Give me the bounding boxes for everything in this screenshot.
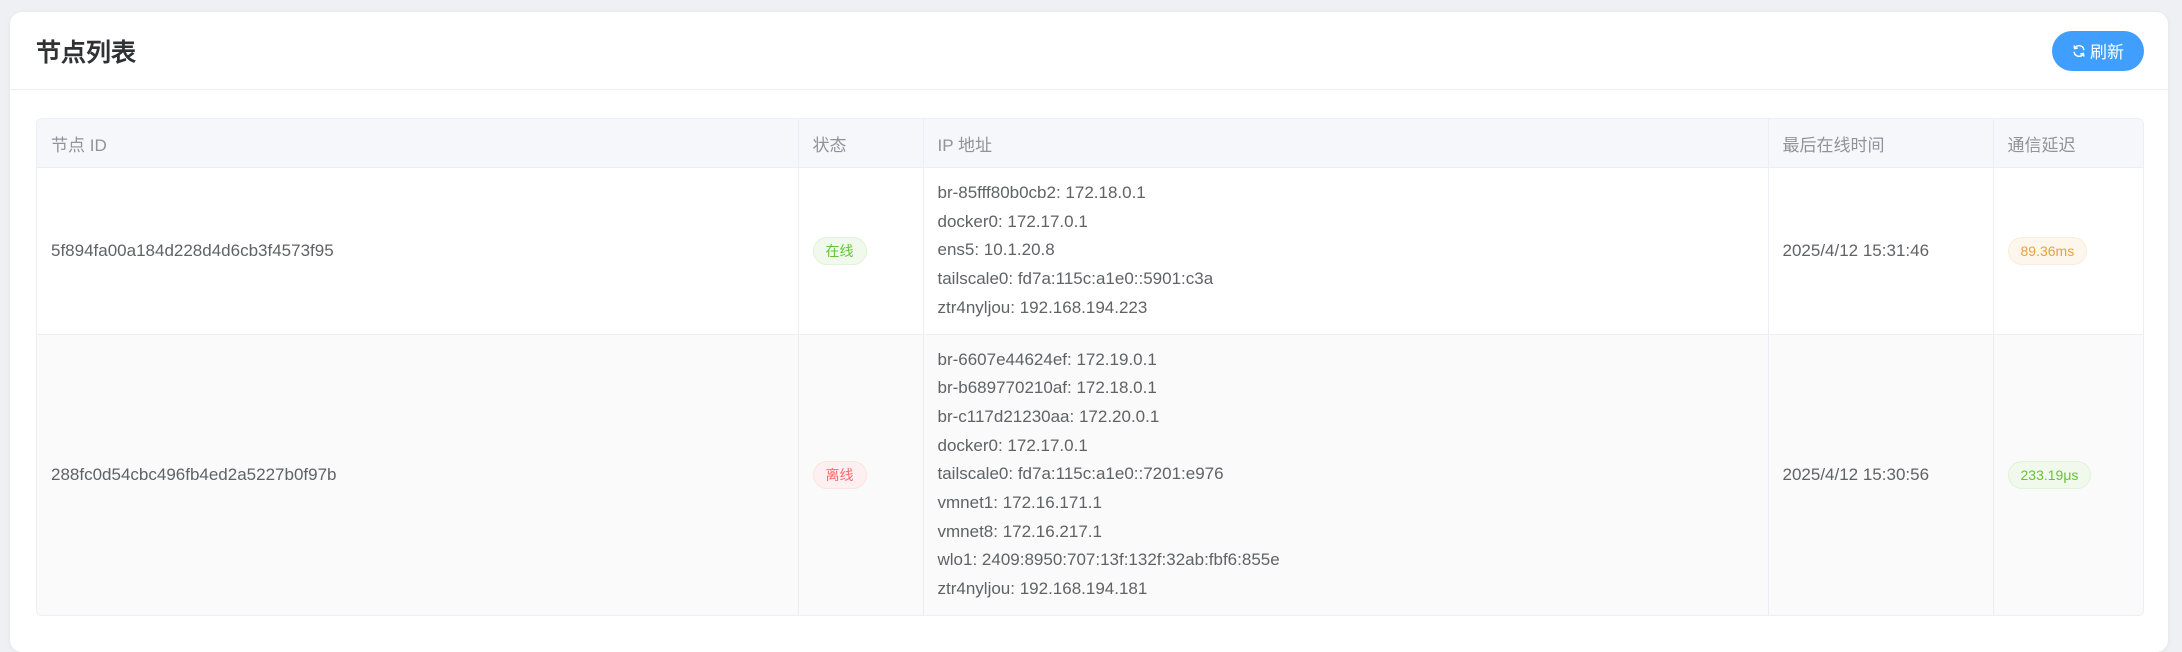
ip-entry: docker0: 172.17.0.1 — [937, 211, 1088, 231]
node-list-card: 节点列表 刷新 节点 ID 状态 IP 地址 最后在线时间 通信延迟 5f894… — [10, 12, 2168, 652]
column-header-node-id[interactable]: 节点 ID — [37, 119, 799, 168]
table-row[interactable]: 5f894fa00a184d228d4d6cb3f4573f95 在线 br-8… — [37, 167, 2143, 335]
ip-entry: br-85fff80b0cb2: 172.18.0.1 — [937, 183, 1146, 202]
ip-entry: vmnet1: 172.16.171.1 — [937, 493, 1102, 513]
refresh-label: 刷新 — [2090, 43, 2124, 62]
node-id-cell: 5f894fa00a184d228d4d6cb3f4573f95 — [37, 167, 799, 335]
ip-entry: br-c117d21230aa: 172.20.0.1 — [937, 406, 1160, 426]
ip-entry: br-6607e44624ef: 172.19.0.1 — [937, 349, 1157, 369]
ip-entry: ens5: 10.1.20.8 — [937, 240, 1055, 260]
ip-entry: tailscale0: fd7a:115c:a1e0::5901:c3a — [937, 269, 1214, 289]
refresh-icon — [2072, 44, 2086, 58]
ip-entry: docker0: 172.17.0.1 — [937, 435, 1088, 455]
node-table: 节点 ID 状态 IP 地址 最后在线时间 通信延迟 5f894fa00a184… — [36, 118, 2144, 616]
node-id-cell: 288fc0d54cbc496fb4ed2a5227b0f97b — [37, 334, 799, 615]
refresh-button[interactable]: 刷新 — [2052, 30, 2144, 71]
status-badge: 离线 — [812, 460, 867, 489]
table-header-row: 节点 ID 状态 IP 地址 最后在线时间 通信延迟 — [37, 119, 2143, 168]
column-header-ip[interactable]: IP 地址 — [923, 119, 1769, 168]
ip-entry: br-b689770210af: 172.18.0.1 — [937, 378, 1157, 398]
latency-badge: 89.36ms — [2007, 236, 2088, 265]
card-header: 节点列表 刷新 — [10, 12, 2168, 90]
column-header-latency[interactable]: 通信延迟 — [1993, 119, 2143, 168]
status-badge: 在线 — [812, 236, 867, 265]
column-header-last-online[interactable]: 最后在线时间 — [1768, 119, 1994, 168]
last-online-cell: 2025/4/12 15:30:56 — [1768, 334, 1994, 615]
ip-entry: vmnet8: 172.16.217.1 — [937, 521, 1102, 541]
ip-entry: tailscale0: fd7a:115c:a1e0::7201:e976 — [937, 464, 1224, 484]
ip-list-cell: br-85fff80b0cb2: 172.18.0.1 docker0: 172… — [923, 167, 1769, 335]
ip-entry: wlo1: 2409:8950:707:13f:132f:32ab:fbf6:8… — [937, 550, 1280, 570]
status-cell: 离线 — [798, 334, 924, 615]
ip-entry: ztr4nyljou: 192.168.194.181 — [937, 579, 1148, 599]
latency-cell: 89.36ms — [1993, 167, 2143, 335]
status-cell: 在线 — [798, 167, 924, 335]
column-header-status[interactable]: 状态 — [798, 119, 924, 168]
table-row[interactable]: 288fc0d54cbc496fb4ed2a5227b0f97b 离线 br-6… — [37, 334, 2143, 615]
latency-badge: 233.19μs — [2007, 460, 2092, 489]
page-title: 节点列表 — [36, 38, 137, 67]
ip-list-cell: br-6607e44624ef: 172.19.0.1 br-b68977021… — [923, 334, 1769, 615]
ip-entry: ztr4nyljou: 192.168.194.223 — [937, 297, 1148, 317]
last-online-cell: 2025/4/12 15:31:46 — [1768, 167, 1994, 335]
latency-cell: 233.19μs — [1993, 334, 2143, 615]
